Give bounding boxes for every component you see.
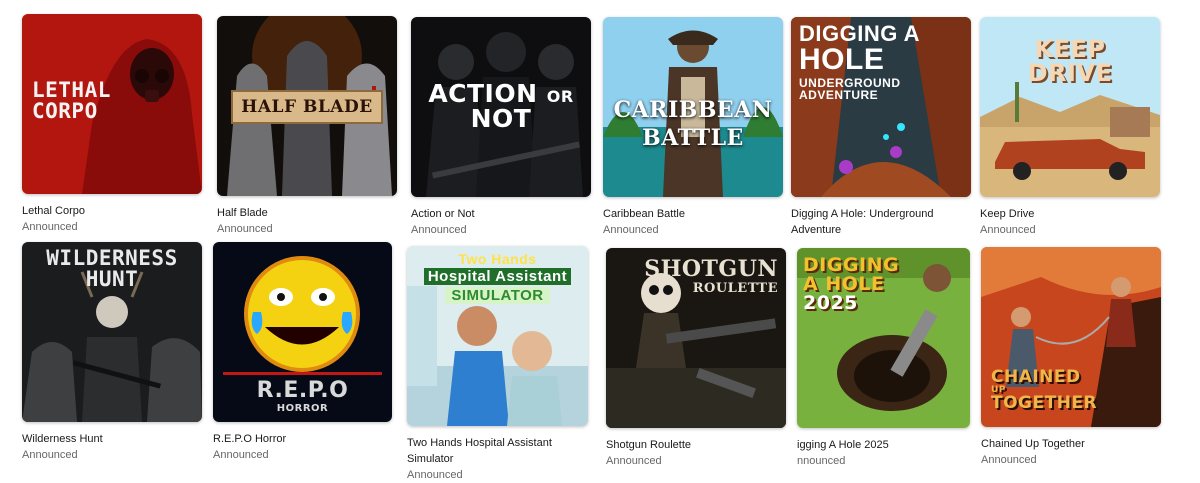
- game-card-half-blade[interactable]: HALF BLADE Half Blade Announced: [217, 16, 397, 237]
- game-status: Announced: [981, 454, 1037, 466]
- cover-title-line: TOGETHER: [991, 393, 1098, 413]
- game-title[interactable]: Two Hands Hospital Assistant Simulator: [407, 435, 567, 467]
- cover-title-line: HOLE: [799, 43, 885, 76]
- game-cover-keep-drive[interactable]: KEEP DRIVE: [980, 17, 1160, 197]
- game-card-digging-a-hole-underground[interactable]: DIGGING A HOLE UNDERGROUND ADVENTURE Dig…: [791, 17, 971, 238]
- game-status: Announced: [407, 469, 463, 481]
- game-status: Announced: [980, 224, 1036, 236]
- game-status: Announced: [213, 449, 269, 461]
- game-title[interactable]: Wilderness Hunt: [22, 431, 202, 447]
- game-card-action-or-not[interactable]: ACTION OR NOT Action or Not Announced: [411, 17, 591, 238]
- cover-title-line: HALF BLADE: [241, 97, 373, 117]
- game-cover-half-blade[interactable]: HALF BLADE: [217, 16, 397, 196]
- cover-title-line: BATTLE: [642, 125, 744, 151]
- cover-title-line: DIGGING A: [799, 21, 921, 46]
- game-title[interactable]: Caribbean Battle: [603, 206, 783, 222]
- game-status: Announced: [606, 455, 662, 467]
- cover-title-line: KEEP: [1034, 35, 1106, 63]
- game-title[interactable]: igging A Hole 2025: [797, 437, 970, 453]
- game-title[interactable]: Digging A Hole: Underground Adventure: [791, 206, 951, 238]
- game-card-shotgun-roulette[interactable]: SHOTGUN ROULETTE Shotgun Roulette Announ…: [606, 248, 786, 469]
- cover-title-line: Hospital Assistant: [423, 268, 572, 285]
- cover-title-line: R.E.P.O: [256, 378, 349, 403]
- game-title[interactable]: Half Blade: [217, 205, 397, 221]
- game-cover-two-hands-hospital[interactable]: Two Hands Hospital Assistant SIMULATOR: [407, 246, 588, 426]
- cover-title-line: CHAINED: [991, 367, 1081, 387]
- game-cover-chained-up-together[interactable]: CHAINED UP TOGETHER: [981, 247, 1161, 427]
- game-cover-digging-a-hole-underground[interactable]: DIGGING A HOLE UNDERGROUND ADVENTURE: [791, 17, 971, 197]
- game-card-chained-up-together[interactable]: CHAINED UP TOGETHER Chained Up Together …: [981, 247, 1161, 468]
- game-title[interactable]: Action or Not: [411, 206, 591, 222]
- game-title[interactable]: Chained Up Together: [981, 436, 1161, 452]
- game-card-wilderness-hunt[interactable]: WILDERNESS HUNT Wilderness Hunt Announce…: [22, 242, 202, 463]
- game-card-two-hands-hospital[interactable]: Two Hands Hospital Assistant SIMULATOR T…: [407, 246, 588, 483]
- game-cover-lethal-corpo[interactable]: LETHAL CORPO: [22, 14, 202, 194]
- cover-title-line: CORPO: [32, 99, 98, 123]
- game-status: Announced: [411, 224, 467, 236]
- game-cover-caribbean-battle[interactable]: CARIBBEAN BATTLE: [603, 17, 783, 197]
- game-status: Announced: [22, 221, 78, 233]
- game-status: Announced: [217, 223, 273, 235]
- cover-title-line: WILDERNESS HUNT: [46, 246, 178, 291]
- game-title[interactable]: R.E.P.O Horror: [213, 431, 392, 447]
- game-title[interactable]: Shotgun Roulette: [606, 437, 786, 453]
- cover-title-line: 2025: [803, 292, 858, 314]
- game-status: Announced: [22, 449, 78, 461]
- cover-title-line: Two Hands: [458, 251, 537, 267]
- cover-title-line: HORROR: [276, 403, 329, 414]
- cover-title-line: SHOTGUN: [644, 256, 778, 282]
- cover-title-line: ROULETTE: [692, 281, 778, 296]
- game-status: Announced: [603, 224, 659, 236]
- game-card-lethal-corpo[interactable]: LETHAL CORPO Lethal Corpo Announced: [22, 14, 202, 235]
- cover-title-line: DRIVE: [1027, 59, 1113, 87]
- cover-title-line: CARIBBEAN: [613, 97, 773, 123]
- game-card-repo-horror[interactable]: R.E.P.O HORROR R.E.P.O Horror Announced: [213, 242, 392, 463]
- game-cover-action-or-not[interactable]: ACTION OR NOT: [411, 17, 591, 197]
- game-title[interactable]: Keep Drive: [980, 206, 1160, 222]
- game-cover-shotgun-roulette[interactable]: SHOTGUN ROULETTE: [606, 248, 786, 428]
- cover-title-line: LETHAL: [32, 78, 111, 102]
- cover-title-line: NOT: [470, 104, 532, 133]
- game-cover-repo-horror[interactable]: R.E.P.O HORROR: [213, 242, 392, 422]
- game-card-caribbean-battle[interactable]: CARIBBEAN BATTLE Caribbean Battle Announ…: [603, 17, 783, 238]
- game-cover-digging-a-hole-2025[interactable]: DIGGING A HOLE 2025: [797, 248, 970, 428]
- game-status: nnounced: [797, 455, 846, 467]
- game-cover-wilderness-hunt[interactable]: WILDERNESS HUNT: [22, 242, 202, 422]
- cover-title-line: SIMULATOR: [445, 287, 550, 304]
- game-card-keep-drive[interactable]: KEEP DRIVE Keep Drive Announced: [980, 17, 1160, 238]
- game-title[interactable]: Lethal Corpo: [22, 203, 202, 219]
- cover-title-line: ADVENTURE: [799, 88, 879, 102]
- cover-title-line: OR: [546, 87, 574, 106]
- game-card-digging-a-hole-2025[interactable]: DIGGING A HOLE 2025 igging A Hole 2025 n…: [797, 248, 970, 469]
